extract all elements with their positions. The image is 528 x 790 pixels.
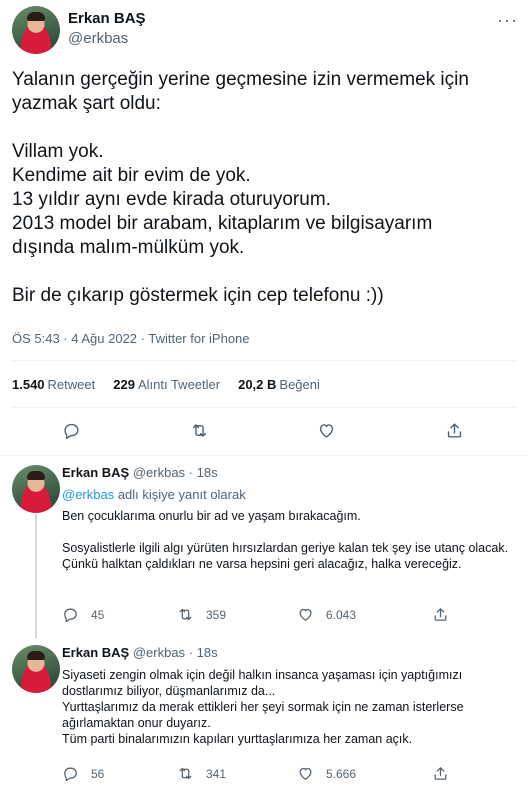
divider (12, 360, 516, 361)
tweet-stats: 1.540 Retweet 229 Alıntı Tweetler 20,2 B Be… (12, 377, 320, 392)
share-button[interactable] (432, 765, 449, 782)
like-button[interactable]: 5.666 (297, 765, 356, 782)
heart-icon (299, 767, 312, 780)
reply-count: 56 (91, 766, 105, 781)
like-count: 6.043 (326, 607, 357, 622)
retweet-icon (179, 608, 192, 621)
quote-stat[interactable]: 229 Alıntı Tweetler (113, 377, 220, 392)
reply-actions: 56 341 5.666 (0, 765, 528, 789)
reply-text: Ben çocuklarıma onurlu bir ad ve yaşam b… (62, 509, 509, 571)
reply-header: Erkan BAŞ @erkbas · 18s (62, 465, 218, 480)
reply-time[interactable]: · 18s (189, 465, 218, 480)
replying-to: @erkbas adlı kişiye yanıt olarak (62, 487, 246, 502)
like-stat[interactable]: 20,2 B Beğeni (238, 377, 320, 392)
reply-icon (64, 423, 79, 440)
reply-tweet[interactable]: Erkan BAŞ @erkbas · 18s Siyaseti zengin … (12, 645, 516, 785)
author-handle[interactable]: @erkbas (68, 30, 128, 47)
reply-author-name[interactable]: Erkan BAŞ (62, 645, 129, 660)
tweet-actions (0, 421, 528, 445)
divider (12, 407, 516, 408)
share-button[interactable] (432, 606, 449, 623)
like-button[interactable] (317, 421, 336, 440)
author-name[interactable]: Erkan BAŞ (68, 10, 146, 27)
reply-avatar[interactable] (12, 645, 60, 693)
like-button[interactable]: 6.043 (297, 606, 356, 623)
more-options-icon[interactable]: ··· (497, 10, 518, 31)
reply-author-handle[interactable]: @erkbas (133, 645, 185, 660)
share-icon (434, 767, 447, 780)
retweet-count: 359 (206, 607, 227, 622)
reply-icon (64, 767, 77, 782)
share-icon (447, 423, 462, 438)
reply-count: 45 (91, 607, 105, 622)
replying-to-link[interactable]: @erkbas (62, 487, 114, 502)
retweet-stat[interactable]: 1.540 Retweet (12, 377, 95, 392)
author-avatar[interactable] (12, 6, 60, 54)
reply-time[interactable]: · 18s (189, 645, 218, 660)
retweet-icon (179, 767, 192, 780)
tweet-timestamp[interactable]: ÖS 5:43 · 4 Ağu 2022 · Twitter for iPhon… (12, 331, 250, 346)
heart-icon (319, 424, 334, 438)
retweet-button[interactable]: 341 (177, 765, 226, 782)
retweet-icon (192, 424, 207, 437)
tweet-text: Yalanın gerçeğin yerine geçmesine izin v… (12, 69, 469, 306)
retweet-count: 341 (206, 766, 227, 781)
share-button[interactable] (445, 421, 464, 440)
reply-header: Erkan BAŞ @erkbas · 18s (62, 645, 218, 660)
reply-tweet[interactable]: Erkan BAŞ @erkbas · 18s @erkbas adlı kiş… (12, 465, 516, 625)
reply-text: Siyaseti zengin olmak için değil halkın … (62, 668, 464, 746)
retweet-button[interactable]: 359 (177, 606, 226, 623)
reply-button[interactable] (62, 421, 81, 440)
reply-author-name[interactable]: Erkan BAŞ (62, 465, 129, 480)
reply-button[interactable]: 56 (62, 765, 104, 782)
like-count: 5.666 (326, 766, 357, 781)
heart-icon (299, 608, 312, 621)
reply-icon (64, 608, 77, 623)
reply-actions: 45 359 6.043 (0, 606, 528, 630)
reply-author-handle[interactable]: @erkbas (133, 465, 185, 480)
retweet-button[interactable] (190, 421, 209, 440)
reply-avatar[interactable] (12, 465, 60, 513)
reply-button[interactable]: 45 (62, 606, 104, 623)
divider (0, 455, 528, 456)
share-icon (434, 608, 447, 621)
